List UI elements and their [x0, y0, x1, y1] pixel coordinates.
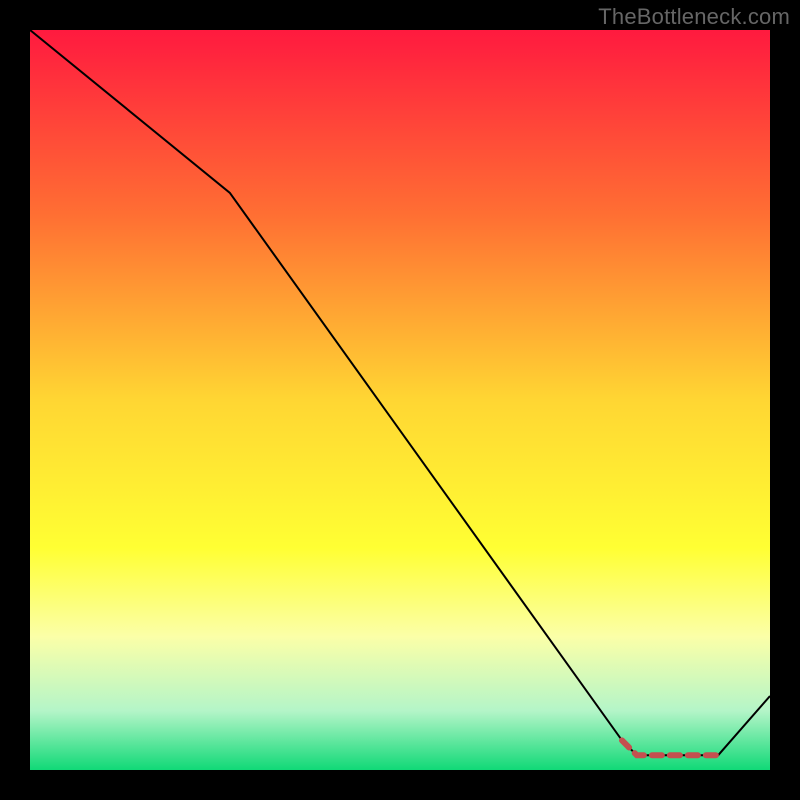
watermark-text: TheBottleneck.com [598, 4, 790, 30]
red-dashed-line [622, 740, 718, 755]
plot-area [30, 30, 770, 770]
black-curve-line [30, 30, 770, 755]
chart-lines [30, 30, 770, 770]
chart-frame: TheBottleneck.com [0, 0, 800, 800]
